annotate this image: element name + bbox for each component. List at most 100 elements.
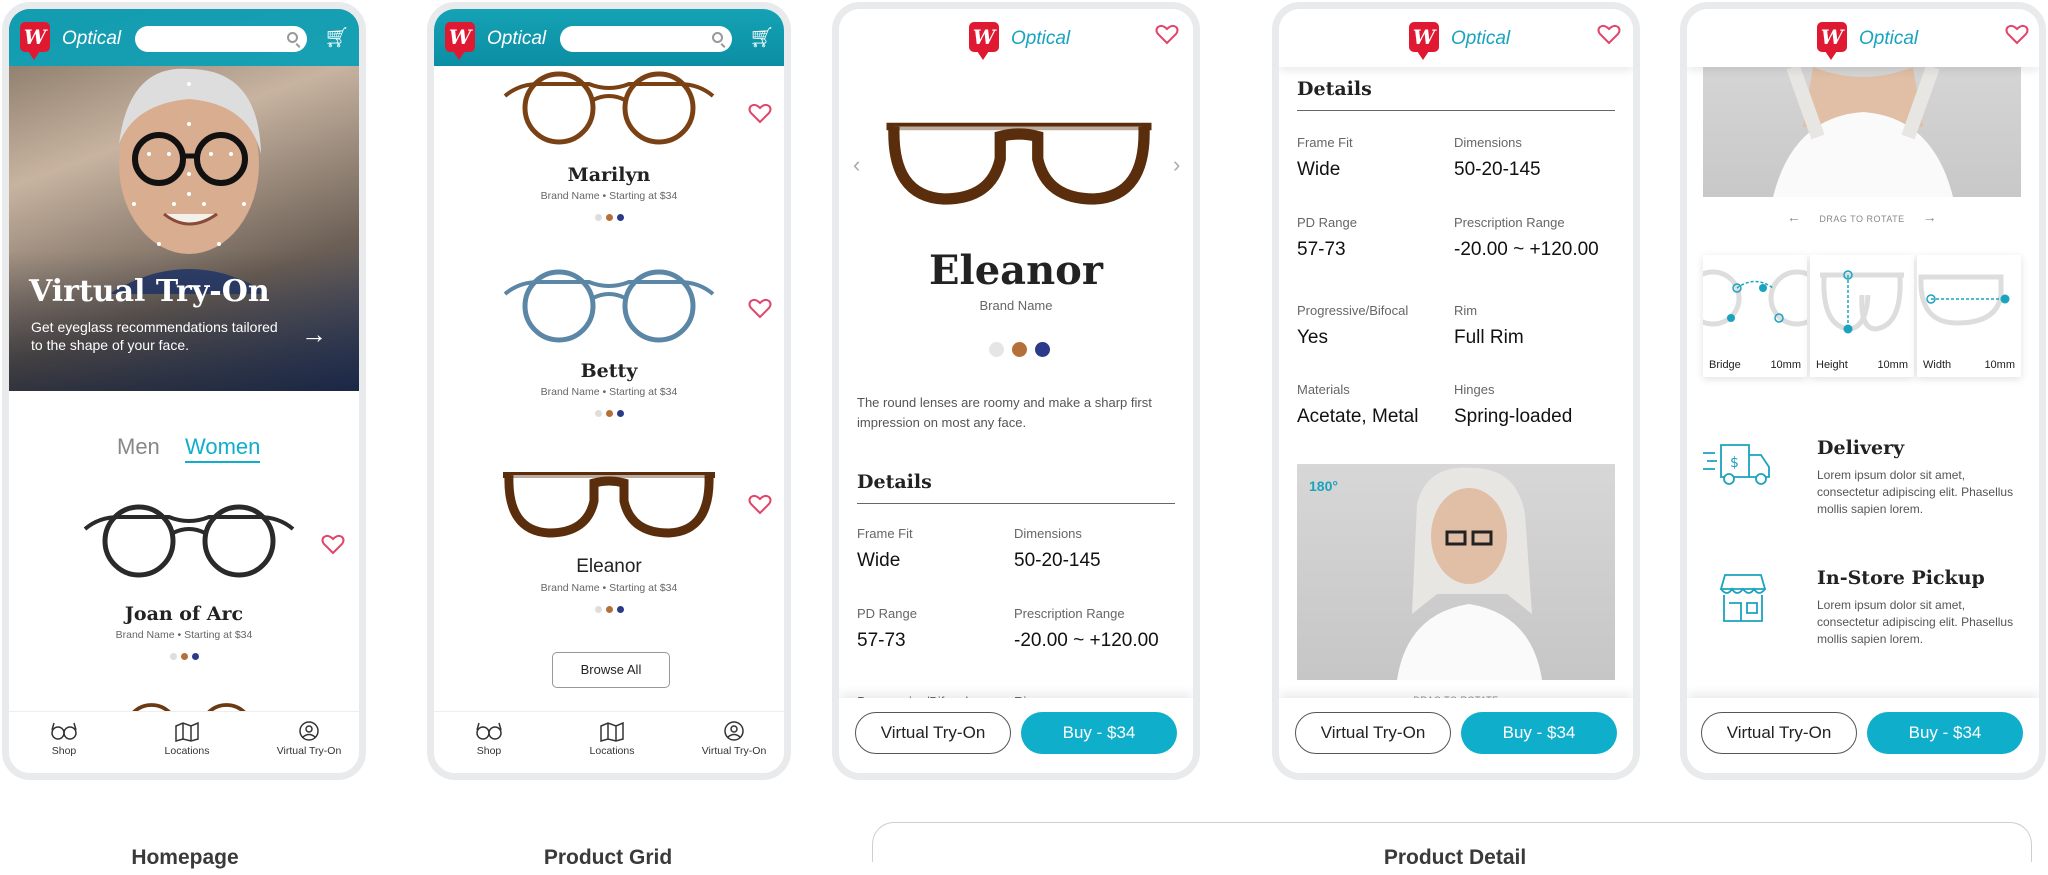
spec-value: 50-20-145 [1014, 550, 1101, 571]
chevron-left-icon[interactable]: ‹ [853, 152, 860, 178]
nav-locations[interactable]: Locations [137, 720, 237, 757]
product-name[interactable]: Eleanor [434, 556, 784, 578]
svg-text:$: $ [1730, 455, 1739, 471]
search-input[interactable] [560, 26, 732, 52]
model-image [1773, 67, 1953, 197]
virtual-try-on-button[interactable]: Virtual Try-On [1295, 712, 1451, 754]
heart-icon[interactable] [1597, 23, 1621, 45]
homepage-phone: Virtual Try-On Get eyeglass recommendati… [2, 2, 366, 780]
spec-label: Prescription Range [1454, 215, 1565, 230]
cart-icon[interactable]: 🛒︎ [749, 25, 774, 50]
brand-logo-icon[interactable]: W [20, 22, 50, 60]
spec-label: Prescription Range [1014, 606, 1125, 621]
heart-icon[interactable] [1155, 23, 1179, 45]
action-bar: Virtual Try-On Buy - $34 [839, 698, 1193, 773]
chevron-right-icon[interactable]: › [1173, 152, 1180, 178]
drag-to-rotate-hint[interactable]: ←DRAG TO ROTATE→ [1703, 209, 2021, 225]
arrow-right-icon: → [1922, 209, 1938, 225]
spec-value: Full Rim [1454, 327, 1524, 348]
detail-phone-3: W Optical ←DRAG TO ROTATE→ Bridge 10mm [1680, 2, 2046, 780]
arrow-left-icon: ← [1786, 209, 1802, 225]
heart-icon[interactable] [748, 493, 772, 515]
measure-value: 10mm [1770, 359, 1801, 371]
brand-logo-icon[interactable]: W [1409, 22, 1439, 60]
measure-value: 10mm [1877, 359, 1908, 371]
virtual-try-on-button[interactable]: Virtual Try-On [855, 712, 1011, 754]
arrow-right-icon[interactable]: → [301, 319, 327, 350]
rotate-viewer[interactable] [1703, 67, 2021, 197]
details-heading: Details [857, 471, 932, 493]
search-icon [712, 32, 723, 43]
brand-logo-icon[interactable]: W [1817, 22, 1847, 60]
brand-logo-icon[interactable]: W [969, 22, 999, 60]
heart-icon[interactable] [748, 297, 772, 319]
rotate-viewer[interactable]: 180° [1297, 464, 1615, 680]
search-input[interactable] [135, 26, 307, 52]
color-swatches[interactable] [434, 600, 784, 618]
bottom-nav: Shop Locations Virtual Try-On [434, 711, 784, 773]
caption-detail: Product Detail [1355, 846, 1555, 870]
brand-name: Optical [62, 28, 122, 49]
user-icon [724, 721, 744, 741]
nav-shop[interactable]: Shop [439, 720, 539, 757]
product-image-marilyn[interactable] [499, 66, 719, 146]
measure-label: Bridge [1709, 359, 1741, 371]
tab-women[interactable]: Women [185, 434, 261, 463]
product-image-eleanor[interactable] [499, 461, 719, 541]
product-name[interactable]: Joan of Arc [9, 603, 359, 625]
brand-name: Optical [1011, 28, 1071, 49]
details-heading: Details [1297, 78, 1372, 100]
measure-label: Width [1923, 359, 1952, 371]
spec-label: PD Range [857, 606, 917, 621]
glasses-icon [476, 722, 502, 740]
product-image-joan[interactable] [79, 499, 299, 579]
brand-name: Optical [487, 28, 547, 49]
hero-banner[interactable]: Virtual Try-On Get eyeglass recommendati… [9, 9, 359, 391]
buy-button[interactable]: Buy - $34 [1867, 712, 2023, 754]
spec-label: Dimensions [1014, 526, 1082, 541]
detail-phone-1: W Optical ‹ › Eleanor Brand Name The rou… [832, 2, 1200, 780]
spec-label: PD Range [1297, 215, 1357, 230]
map-icon [600, 721, 624, 742]
color-swatches[interactable] [985, 342, 1054, 362]
nav-locations[interactable]: Locations [562, 720, 662, 757]
measure-card-width: Width 10mm [1917, 255, 2021, 377]
heart-icon[interactable] [2005, 23, 2029, 45]
feature-text: Lorem ipsum dolor sit amet, consectetur … [1817, 598, 2014, 646]
virtual-try-on-button[interactable]: Virtual Try-On [1701, 712, 1857, 754]
product-sub: Brand Name • Starting at $34 [540, 386, 678, 398]
top-bar: W Optical 🛒︎ [9, 9, 359, 66]
map-icon [175, 721, 199, 742]
product-sub: Brand Name • Starting at $34 [115, 629, 253, 641]
heart-icon[interactable] [321, 533, 345, 555]
tab-men[interactable]: Men [117, 434, 160, 460]
spec-label: Dimensions [1454, 135, 1522, 150]
buy-button[interactable]: Buy - $34 [1461, 712, 1617, 754]
cart-icon[interactable]: 🛒︎ [324, 25, 349, 50]
color-swatches[interactable] [9, 647, 359, 665]
color-swatches[interactable] [434, 404, 784, 422]
browse-all-button[interactable]: Browse All [552, 652, 670, 688]
nav-shop[interactable]: Shop [14, 720, 114, 757]
product-hero-image[interactable] [879, 109, 1159, 209]
brand-label: Brand Name [979, 298, 1053, 313]
spec-value: -20.00 ~ +120.00 [1454, 239, 1599, 260]
bottom-nav: Shop Locations Virtual Try-On [9, 711, 359, 773]
nav-vto[interactable]: Virtual Try-On [684, 720, 784, 757]
product-image-betty[interactable] [499, 264, 719, 344]
heart-icon[interactable] [748, 102, 772, 124]
spec-label: Materials [1297, 382, 1350, 397]
user-icon [299, 721, 319, 741]
brand-logo-icon[interactable]: W [445, 22, 475, 60]
top-bar: W Optical [1687, 9, 2039, 67]
product-sub: Brand Name • Starting at $34 [540, 190, 678, 202]
top-bar: W Optical 🛒︎ [434, 9, 784, 66]
buy-button[interactable]: Buy - $34 [1021, 712, 1177, 754]
spec-label: Progressive/Bifocal [1297, 303, 1409, 318]
nav-vto[interactable]: Virtual Try-On [259, 720, 359, 757]
product-name[interactable]: Betty [434, 360, 784, 382]
color-swatches[interactable] [434, 208, 784, 226]
product-name[interactable]: Marilyn [434, 164, 784, 186]
rotate-badge: 180° [1309, 478, 1338, 494]
spec-value: 57-73 [857, 630, 906, 651]
